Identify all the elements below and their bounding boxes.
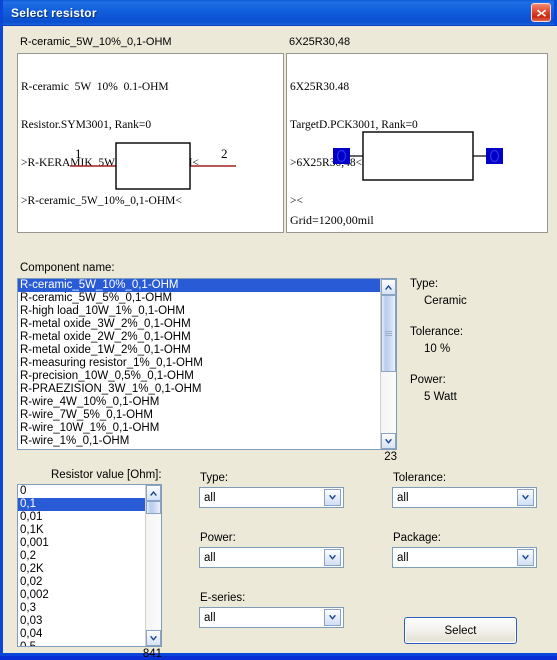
- select-button[interactable]: Select: [404, 617, 517, 644]
- filter-type-select[interactable]: all: [199, 487, 344, 508]
- list-item[interactable]: R-wire_7W_5%_0,1-OHM: [18, 409, 380, 422]
- scroll-up-icon[interactable]: [381, 279, 396, 295]
- list-item[interactable]: 0,04: [18, 628, 145, 641]
- info-tolerance-value: 10 %: [424, 343, 451, 355]
- list-item[interactable]: 0,2K: [18, 563, 145, 576]
- component-name-list[interactable]: R-ceramic_5W_10%_0,1-OHM R-ceramic_5W_5%…: [17, 278, 397, 450]
- info-power-label: Power:: [410, 374, 446, 386]
- component-name-label: Component name:: [20, 262, 115, 274]
- package-grid-label: Grid=1200,00mil: [290, 213, 374, 227]
- filter-tolerance-select[interactable]: all: [392, 487, 537, 508]
- chevron-down-icon[interactable]: [517, 549, 534, 566]
- scroll-down-icon[interactable]: [381, 433, 396, 449]
- filter-tolerance-label: Tolerance:: [393, 472, 447, 484]
- list-item[interactable]: 0,1: [18, 498, 145, 511]
- filter-eseries-value: all: [204, 611, 216, 624]
- filter-tolerance-value: all: [397, 491, 409, 504]
- list-item[interactable]: 0,1K: [18, 524, 145, 537]
- list-item[interactable]: R-wire_1%_0,1-OHM: [18, 435, 380, 448]
- window-title: Select resistor: [11, 5, 97, 20]
- dialog-client-area: R-ceramic_5W_10%_0,1-OHM R-ceramic 5W 10…: [6, 26, 557, 660]
- list-item[interactable]: 0,002: [18, 589, 145, 602]
- package-preview[interactable]: 6X25R30.48 TargetD.PCK3001, Rank=0 >6X25…: [286, 53, 548, 233]
- filter-eseries-select[interactable]: all: [199, 607, 344, 628]
- list-item[interactable]: 0,5: [18, 641, 145, 646]
- filter-package-value: all: [397, 551, 409, 564]
- scroll-up-icon[interactable]: [146, 485, 161, 501]
- filter-type-value: all: [204, 491, 216, 504]
- package-panel-title: 6X25R30,48: [289, 36, 351, 48]
- scroll-track[interactable]: [146, 501, 161, 630]
- component-count: 23: [384, 451, 397, 463]
- list-item[interactable]: 0,3: [18, 602, 145, 615]
- package-text-line: ><: [290, 232, 418, 233]
- list-item[interactable]: R-ceramic_5W_5%_0,1-OHM: [18, 292, 380, 305]
- list-item[interactable]: 0,03: [18, 615, 145, 628]
- info-type-label: Type:: [410, 278, 439, 290]
- symbol-panel-title: R-ceramic_5W_10%_0,1-OHM: [20, 36, 172, 48]
- scroll-track[interactable]: [381, 295, 396, 433]
- chevron-down-icon[interactable]: [324, 489, 341, 506]
- scroll-thumb[interactable]: [381, 295, 396, 372]
- symbol-text-line: ><: [21, 232, 199, 233]
- list-item[interactable]: 0,01: [18, 511, 145, 524]
- symbol-pin-2-label: 2: [221, 146, 228, 161]
- resistor-value-label: Resistor value [Ohm]:: [51, 469, 162, 481]
- list-item[interactable]: R-high load_10W_1%_0,1-OHM: [18, 305, 380, 318]
- list-item[interactable]: R-metal oxide_3W_2%_0,1-OHM: [18, 318, 380, 331]
- info-tolerance-label: Tolerance:: [410, 326, 464, 338]
- list-item[interactable]: R-wire_4W_10%_0,1-OHM: [18, 396, 380, 409]
- filter-package-select[interactable]: all: [392, 547, 537, 568]
- resistor-value-scrollbar[interactable]: [145, 485, 161, 646]
- list-item[interactable]: R-measuring resistor_1%_0,1-OHM: [18, 357, 380, 370]
- close-button[interactable]: [531, 3, 551, 22]
- filter-power-select[interactable]: all: [199, 547, 344, 568]
- info-type-value: Ceramic: [424, 295, 467, 307]
- filter-package-label: Package:: [393, 532, 441, 544]
- list-item[interactable]: 0,02: [18, 576, 145, 589]
- resistor-value-list[interactable]: 0 0,1 0,01 0,1K 0,001 0,2 0,2K 0,02 0,00…: [17, 484, 162, 647]
- symbol-pin-1-label: 1: [75, 146, 82, 161]
- filter-type-label: Type:: [200, 472, 229, 484]
- component-list-scrollbar[interactable]: [380, 279, 396, 449]
- list-item[interactable]: R-ceramic_5W_10%_0,1-OHM: [18, 279, 380, 292]
- list-item[interactable]: 0,2: [18, 550, 145, 563]
- scroll-thumb[interactable]: [146, 501, 161, 514]
- scroll-grip-icon: [385, 330, 392, 337]
- list-item[interactable]: R-PRAEZISION_3W_1%_0,1-OHM: [18, 383, 380, 396]
- list-item[interactable]: R-metal oxide_2W_2%_0,1-OHM: [18, 331, 380, 344]
- chevron-down-icon[interactable]: [324, 609, 341, 626]
- list-item[interactable]: R-wire_10W_1%_0,1-OHM: [18, 422, 380, 435]
- chevron-down-icon[interactable]: [517, 489, 534, 506]
- list-item[interactable]: 0: [18, 485, 145, 498]
- filter-power-value: all: [204, 551, 216, 564]
- list-item[interactable]: 0,001: [18, 537, 145, 550]
- filter-eseries-label: E-series:: [200, 592, 246, 604]
- component-list-items[interactable]: R-ceramic_5W_10%_0,1-OHM R-ceramic_5W_5%…: [18, 279, 380, 449]
- title-bar: Select resistor: [3, 0, 554, 26]
- filter-power-label: Power:: [200, 532, 236, 544]
- list-item[interactable]: R-metal oxide_1W_2%_0,1-OHM: [18, 344, 380, 357]
- resistor-symbol-drawing: [70, 142, 236, 190]
- resistor-value-items[interactable]: 0 0,1 0,01 0,1K 0,001 0,2 0,2K 0,02 0,00…: [18, 485, 145, 646]
- scroll-down-icon[interactable]: [146, 630, 161, 646]
- resistor-value-count: 841: [142, 648, 162, 660]
- chevron-down-icon[interactable]: [324, 549, 341, 566]
- info-power-value: 5 Watt: [424, 391, 457, 403]
- symbol-preview[interactable]: R-ceramic 5W 10% 0.1-OHM Resistor.SYM300…: [17, 53, 284, 233]
- list-item[interactable]: R-precision_10W_0,5%_0,1-OHM: [18, 370, 380, 383]
- select-resistor-window: Select resistor R-ceramic_5W_10%_0,1-OHM…: [0, 0, 557, 660]
- close-x-icon: [536, 9, 546, 17]
- package-footprint-drawing: [333, 131, 503, 181]
